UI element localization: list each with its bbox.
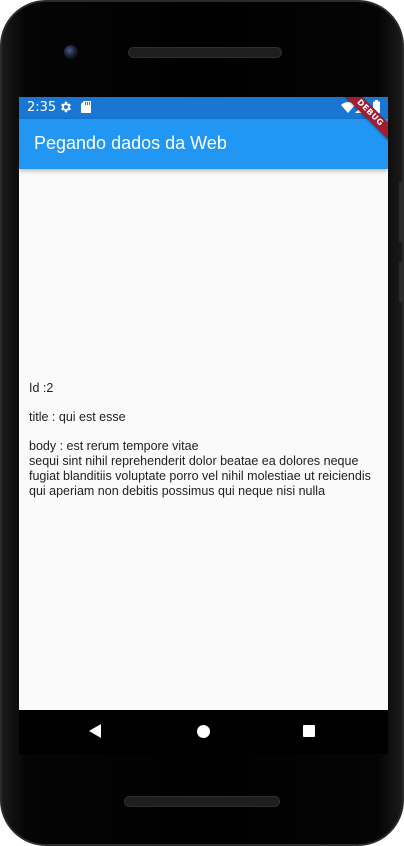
recent-apps-icon[interactable] <box>303 725 315 737</box>
screen: 2:35 Pegando dados da Web DEBUG Id:2 ti… <box>19 97 388 710</box>
status-bar: 2:35 <box>19 97 388 119</box>
post-id: Id :2 <box>29 381 54 395</box>
top-speaker <box>128 47 282 58</box>
sd-card-icon <box>81 101 91 113</box>
home-icon[interactable] <box>197 725 210 738</box>
front-camera <box>64 45 78 59</box>
app-title: Pegando dados da Web <box>34 133 227 153</box>
debug-banner: DEBUG <box>336 97 388 149</box>
app-bar: Pegando dados da Web <box>19 119 388 169</box>
bottom-speaker <box>124 796 280 807</box>
back-icon[interactable] <box>89 724 101 738</box>
post-title: title : qui est esse <box>29 410 126 424</box>
post-body: body : est rerum tempore vitae sequi sin… <box>29 439 371 498</box>
gear-icon <box>61 101 71 113</box>
volume-button <box>399 182 402 242</box>
debug-label: DEBUG <box>338 97 388 145</box>
power-button <box>399 262 402 302</box>
navigation-bar <box>19 710 388 754</box>
status-time: 2:35 <box>27 100 57 115</box>
phone-frame: 2:35 Pegando dados da Web DEBUG Id:2 ti… <box>0 0 404 846</box>
post-content: Id :2 title : qui est esse body : est re… <box>29 381 384 513</box>
